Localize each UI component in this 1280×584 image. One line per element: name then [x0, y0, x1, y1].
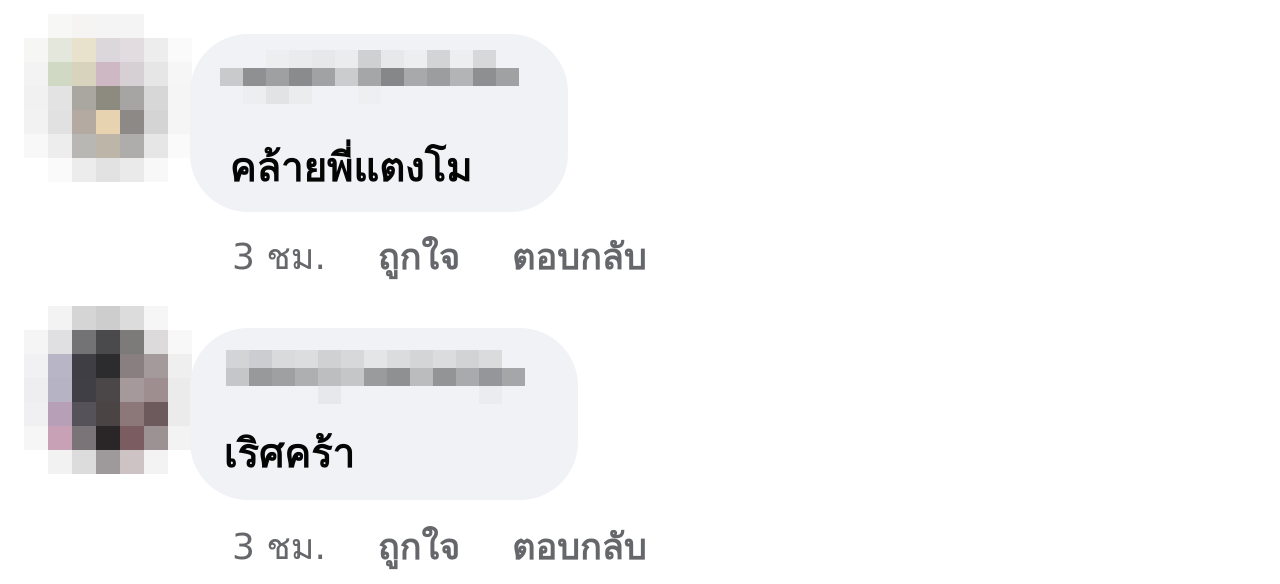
comment-actions: 3 ชม. ถูกใจ ตอบกลับ — [232, 526, 647, 570]
comment-timestamp[interactable]: 3 ชม. — [232, 236, 326, 280]
like-button[interactable]: ถูกใจ — [378, 526, 460, 570]
reply-button[interactable]: ตอบกลับ — [512, 236, 647, 280]
commenter-avatar[interactable] — [24, 306, 192, 474]
comment-bubble[interactable]: เริศคร้า — [190, 328, 578, 500]
comment-timestamp[interactable]: 3 ชม. — [232, 526, 326, 570]
comment-bubble[interactable]: คล้ายพี่แตงโม — [190, 34, 568, 212]
commenter-name-blurred[interactable] — [220, 50, 519, 104]
comment-actions: 3 ชม. ถูกใจ ตอบกลับ — [232, 236, 647, 280]
like-button[interactable]: ถูกใจ — [378, 236, 460, 280]
reply-button[interactable]: ตอบกลับ — [512, 526, 647, 570]
comment-text: เริศคร้า — [224, 431, 356, 477]
commenter-avatar[interactable] — [24, 14, 192, 182]
comment-text: คล้ายพี่แตงโม — [230, 145, 473, 191]
commenter-name-blurred[interactable] — [226, 350, 525, 404]
